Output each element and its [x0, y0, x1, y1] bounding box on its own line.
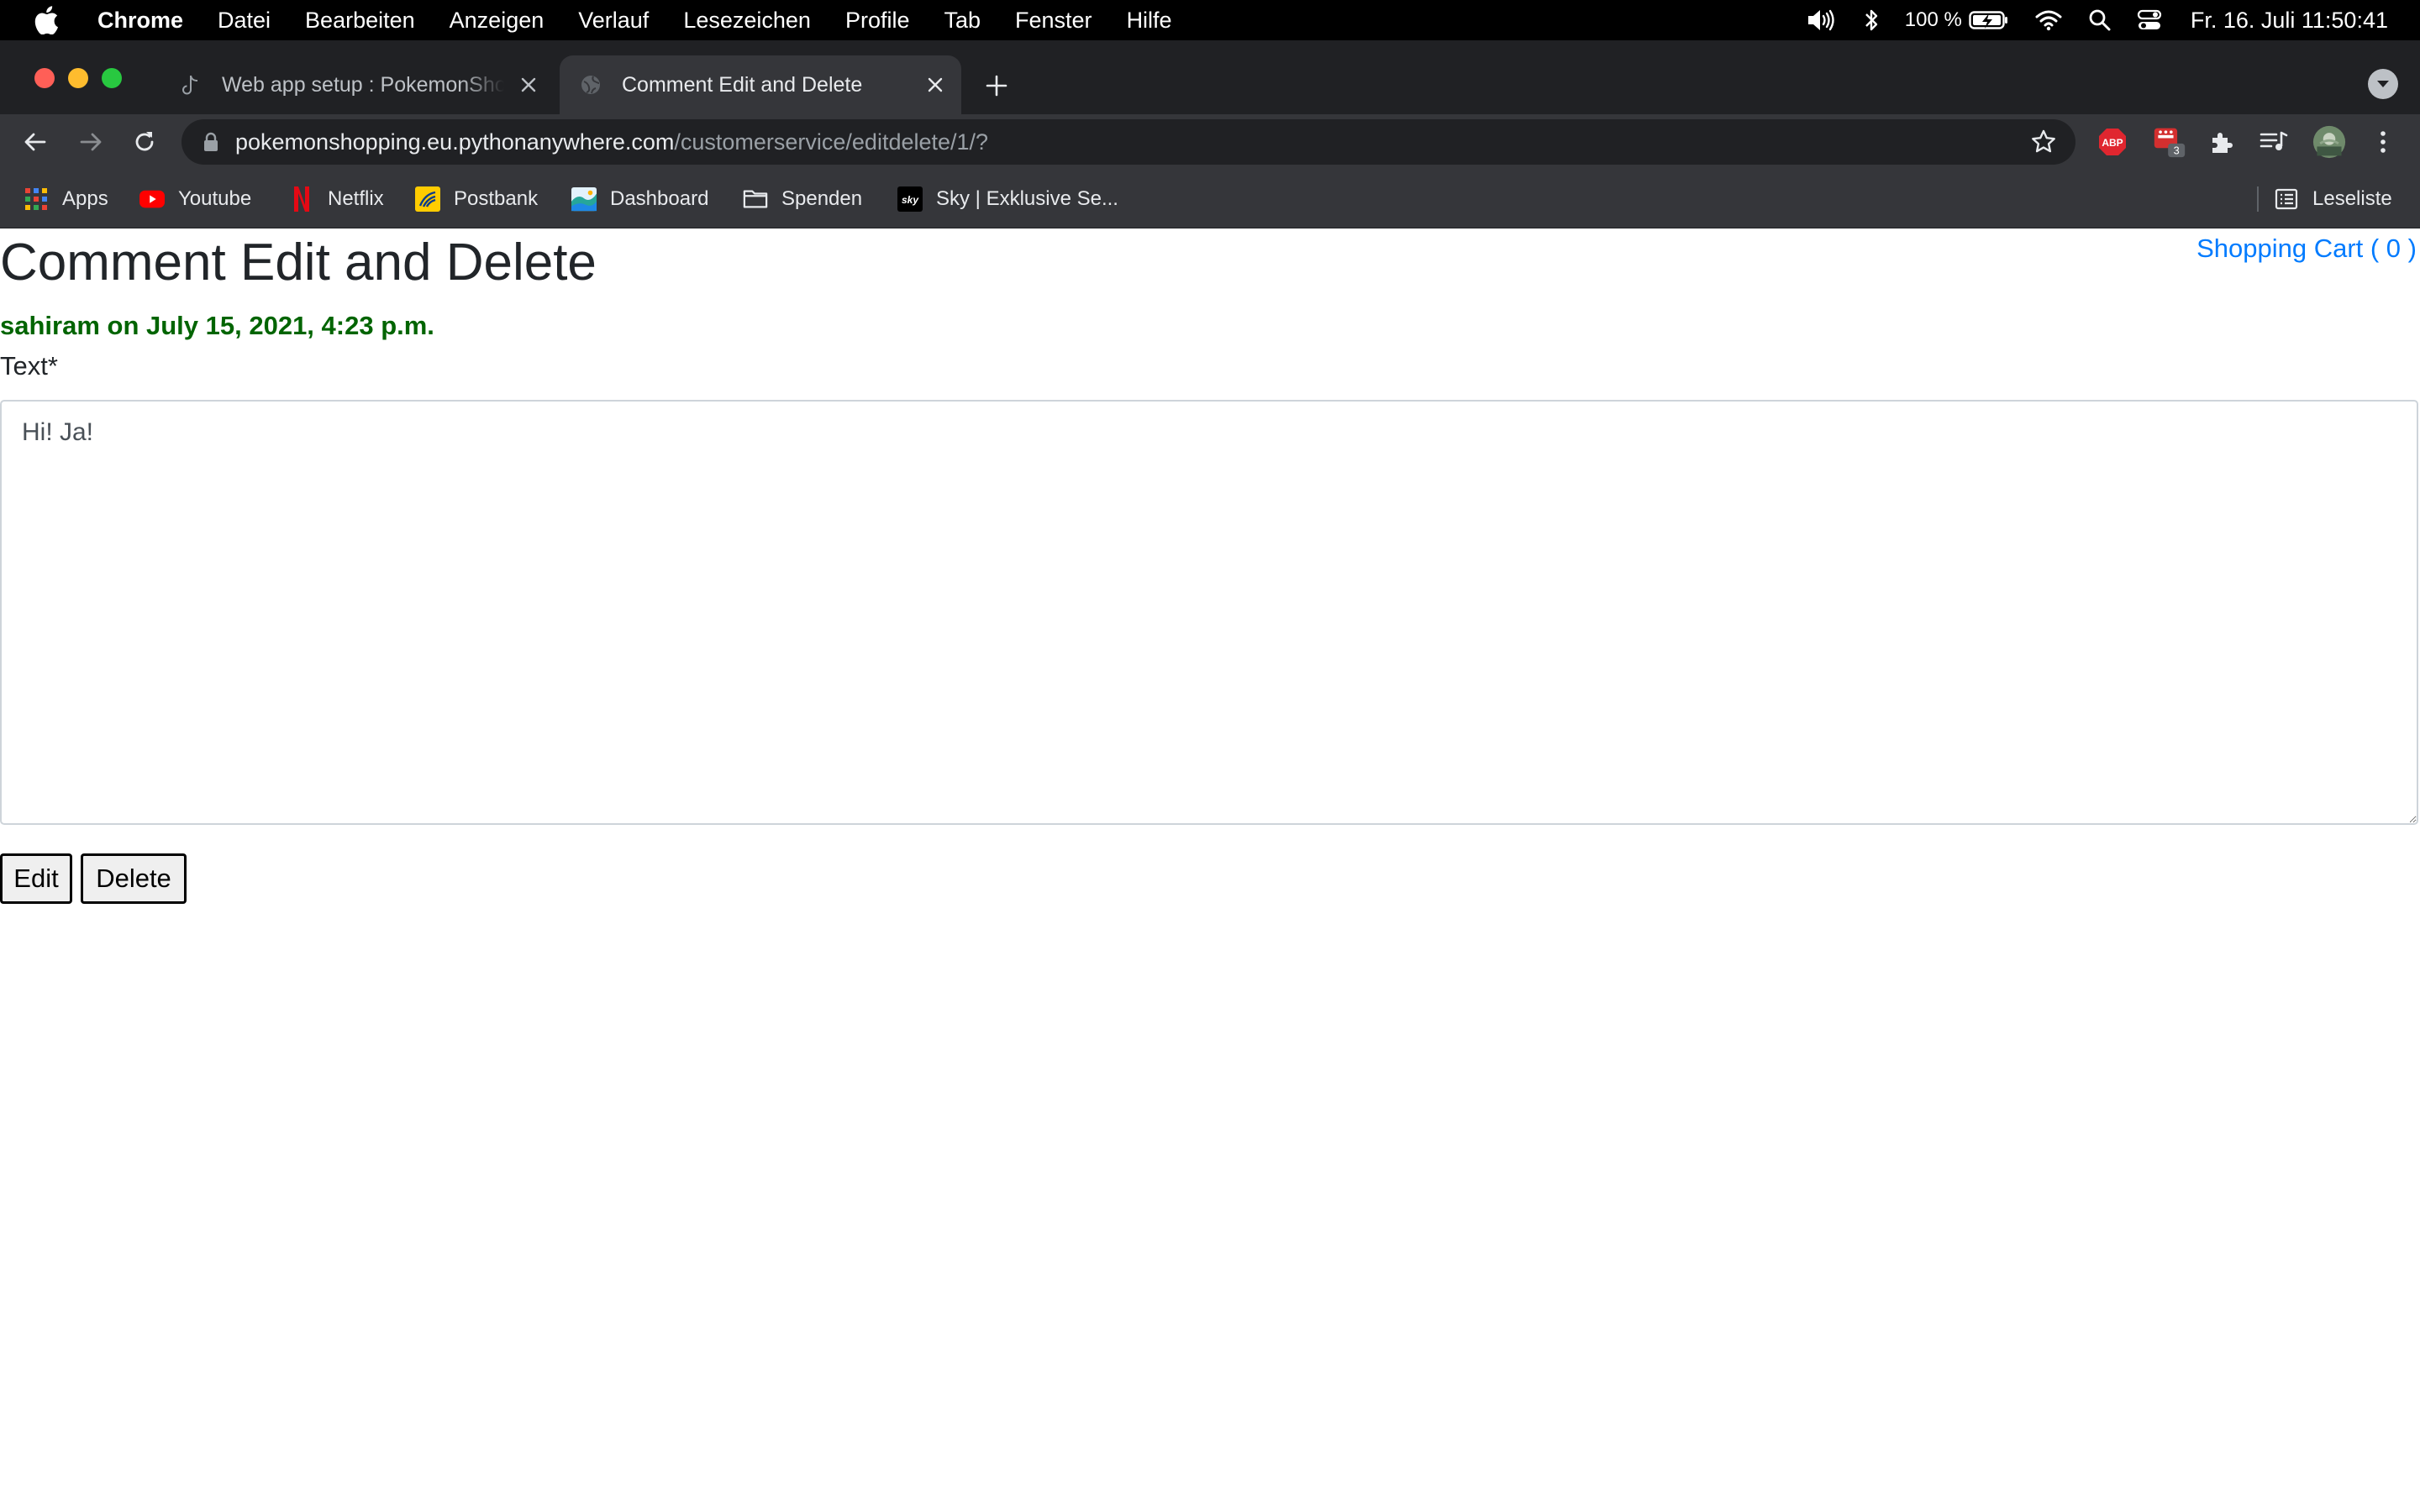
media-control-icon[interactable]	[2257, 125, 2291, 159]
menu-lesezeichen[interactable]: Lesezeichen	[683, 8, 811, 34]
bookmark-dashboard[interactable]: Dashboard	[571, 182, 708, 216]
bookmark-sky[interactable]: sky Sky | Exklusive Se...	[897, 182, 1118, 216]
window-close-button[interactable]	[34, 68, 55, 88]
apps-grid-icon	[24, 186, 49, 212]
svg-text:sky: sky	[902, 194, 919, 206]
reading-list-icon	[2274, 186, 2299, 212]
comment-textarea[interactable]: Hi! Ja!	[0, 400, 2418, 825]
reload-icon[interactable]	[128, 125, 161, 159]
bookmarks-bar: Apps Youtube Netflix Postbank Dashboard …	[0, 170, 2420, 228]
macos-menu-bar: Chrome Datei Bearbeiten Anzeigen Verlauf…	[0, 0, 2420, 40]
forward-arrow-icon[interactable]	[74, 125, 108, 159]
dashboard-icon	[571, 186, 597, 212]
menu-profile[interactable]: Profile	[845, 8, 910, 34]
menu-verlauf[interactable]: Verlauf	[578, 8, 649, 34]
page-title: Comment Edit and Delete	[0, 234, 597, 291]
wifi-icon[interactable]	[2034, 9, 2063, 31]
bookmark-label: Spenden	[781, 187, 863, 210]
bookmark-star-icon[interactable]	[2030, 129, 2057, 155]
menu-hilfe[interactable]: Hilfe	[1127, 8, 1172, 34]
window-zoom-button[interactable]	[102, 68, 122, 88]
red-extension-icon[interactable]: 3	[2153, 125, 2186, 159]
bookmark-apps[interactable]: Apps	[24, 182, 108, 216]
new-tab-plus-icon[interactable]	[981, 71, 1012, 101]
battery-charging-icon[interactable]	[1969, 10, 2009, 30]
menu-bearbeiten[interactable]: Bearbeiten	[305, 8, 415, 34]
extension-badge-count: 3	[2174, 144, 2180, 157]
lock-icon[interactable]	[203, 132, 218, 152]
globe-icon	[578, 72, 603, 97]
tab-web-app-setup[interactable]: Web app setup : PokemonShopping	[168, 55, 555, 114]
more-menu-icon[interactable]	[2366, 125, 2400, 159]
profile-avatar[interactable]	[2312, 125, 2346, 159]
volume-icon[interactable]	[1806, 8, 1838, 33]
tab-close-icon[interactable]	[923, 72, 948, 97]
adblock-label: ABP	[2102, 137, 2123, 149]
bookmark-spenden-folder[interactable]: Spenden	[743, 182, 862, 216]
tab-title: Web app setup : PokemonShopping	[222, 72, 504, 97]
youtube-icon	[139, 186, 165, 212]
menu-fenster[interactable]: Fenster	[1015, 8, 1092, 34]
bookmark-netflix[interactable]: Netflix	[289, 182, 384, 216]
menu-app-name[interactable]: Chrome	[97, 8, 183, 34]
bookmark-label: Sky | Exklusive Se...	[936, 187, 1118, 210]
menu-datei[interactable]: Datei	[218, 8, 271, 34]
reading-list-label: Leseliste	[2312, 187, 2392, 210]
reading-list-button[interactable]: Leseliste	[2274, 182, 2392, 216]
tab-close-icon[interactable]	[516, 72, 541, 97]
bookmark-label: Apps	[62, 187, 108, 210]
tab-search-chevron-icon[interactable]	[2368, 69, 2398, 99]
url-host: pokemonshopping.eu.pythonanywhere.com	[235, 129, 675, 155]
bookmark-postbank[interactable]: Postbank	[415, 182, 538, 216]
tab-title: Comment Edit and Delete	[622, 72, 863, 97]
url-path: /customerservice/editdelete/1/?	[674, 129, 989, 155]
apple-logo-icon[interactable]	[34, 3, 67, 37]
tiktok-icon	[178, 72, 203, 97]
bookmarks-separator	[2257, 186, 2259, 212]
url-text[interactable]: pokemonshopping.eu.pythonanywhere.com/cu…	[235, 129, 988, 155]
bookmark-youtube[interactable]: Youtube	[139, 182, 251, 216]
edit-button[interactable]: Edit	[0, 853, 72, 904]
folder-icon	[743, 186, 768, 212]
netflix-icon	[289, 186, 314, 212]
menubar-clock[interactable]: Fr. 16. Juli 11:50:41	[2191, 8, 2388, 34]
spotlight-search-icon[interactable]	[2088, 8, 2112, 32]
sky-icon: sky	[897, 186, 923, 212]
adblock-plus-icon[interactable]: ABP	[2096, 125, 2129, 159]
bookmark-label: Netflix	[328, 187, 384, 210]
control-center-icon[interactable]	[2137, 8, 2162, 32]
comment-author-date: sahiram on July 15, 2021, 4:23 p.m.	[0, 311, 434, 340]
window-minimize-button[interactable]	[68, 68, 88, 88]
menu-tab[interactable]: Tab	[944, 8, 981, 34]
extensions-puzzle-icon[interactable]	[2205, 125, 2238, 159]
battery-percentage: 100 %	[1904, 8, 1962, 31]
bookmark-label: Dashboard	[610, 187, 709, 210]
delete-button[interactable]: Delete	[81, 853, 187, 904]
back-arrow-icon[interactable]	[18, 125, 52, 159]
address-bar[interactable]: pokemonshopping.eu.pythonanywhere.com/cu…	[182, 119, 2075, 165]
bookmark-label: Youtube	[178, 187, 252, 210]
menu-anzeigen[interactable]: Anzeigen	[450, 8, 544, 34]
bluetooth-icon[interactable]	[1863, 8, 1880, 33]
shopping-cart-link[interactable]: Shopping Cart ( 0 )	[2196, 234, 2417, 264]
text-field-label: Text*	[0, 351, 58, 381]
postbank-icon	[415, 186, 440, 212]
tab-comment-edit-delete[interactable]: Comment Edit and Delete	[560, 55, 961, 114]
browser-tab-strip: Web app setup : PokemonShopping Comment …	[0, 40, 2420, 114]
web-page-content: Comment Edit and Delete Shopping Cart ( …	[0, 228, 2420, 1512]
browser-toolbar: pokemonshopping.eu.pythonanywhere.com/cu…	[0, 114, 2420, 170]
bookmark-label: Postbank	[454, 187, 539, 210]
